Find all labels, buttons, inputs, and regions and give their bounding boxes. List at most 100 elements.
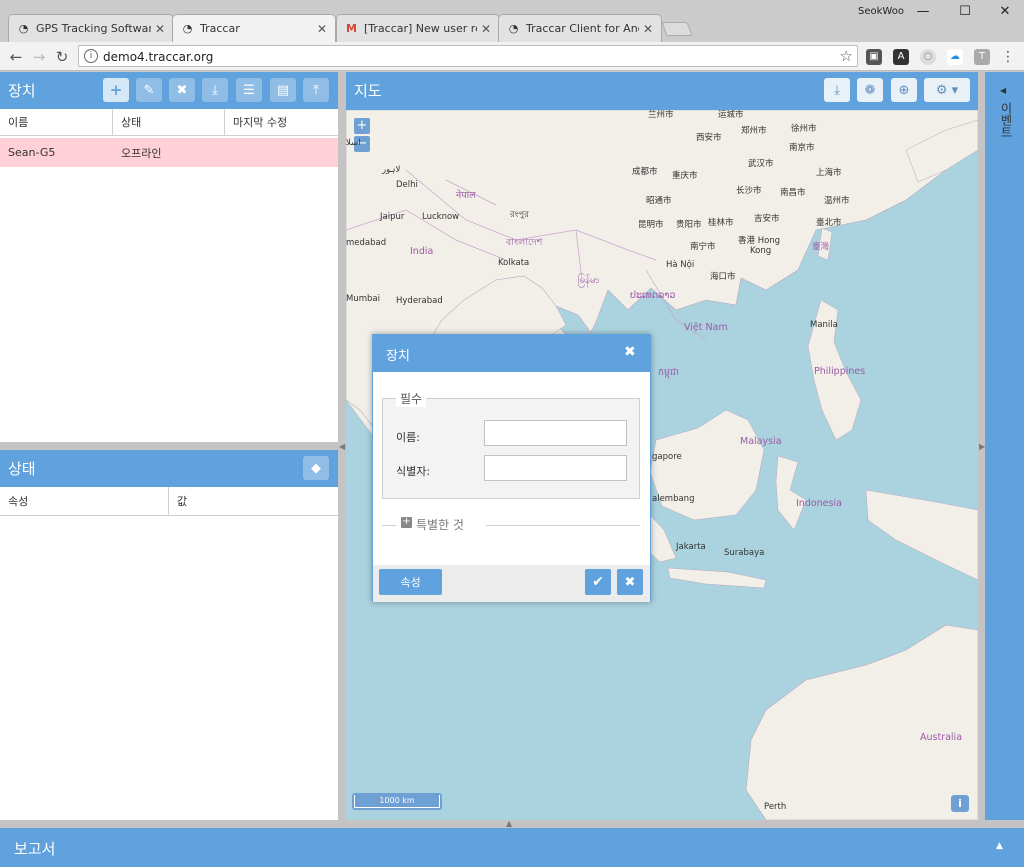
identifier-field[interactable]: [484, 455, 627, 481]
events-panel-collapsed[interactable]: ◀ 이벤트: [985, 72, 1024, 820]
download-button[interactable]: ⤓: [202, 78, 228, 102]
state-grid-header: 속성 값: [0, 487, 338, 516]
map-label: 贵阳市: [676, 220, 702, 230]
table-row[interactable]: Sean-G5 오프라인: [0, 138, 338, 167]
column-header-last-update[interactable]: 마지막 수정: [225, 109, 338, 135]
url-text[interactable]: demo4.traccar.org: [103, 50, 213, 64]
translate-icon[interactable]: A: [893, 49, 909, 65]
name-label: 이름:: [396, 431, 420, 444]
column-header-value[interactable]: 값: [169, 487, 338, 515]
map-label: Hyderabad: [396, 296, 443, 306]
upload-button[interactable]: ⤒: [303, 78, 329, 102]
device-last-update-cell: [225, 138, 338, 167]
extra-legend[interactable]: 특별한 것: [416, 516, 464, 533]
tab-gmail[interactable]: M [Traccar] New user regi ✕: [336, 14, 500, 42]
map-label: Philippines: [814, 366, 866, 377]
tab-label: GPS Tracking Software -: [36, 22, 151, 35]
map-label: 徐州市: [791, 124, 817, 134]
collapse-left-handle[interactable]: ◀: [339, 442, 345, 454]
map-label: Manila: [810, 320, 838, 330]
profile-name[interactable]: SeokWoo: [858, 6, 904, 17]
plus-icon: +: [109, 81, 123, 99]
close-icon[interactable]: ✕: [317, 22, 327, 36]
map-label: 海口市: [710, 272, 736, 282]
remove-device-button[interactable]: ✖: [169, 78, 195, 102]
t-extension-icon[interactable]: T: [974, 49, 990, 65]
close-window-icon[interactable]: ✕: [990, 3, 1020, 21]
tab-traccar-client[interactable]: ◔ Traccar Client for Andro ✕: [498, 14, 662, 42]
column-header-attribute[interactable]: 속성: [0, 487, 169, 515]
zoom-in-button[interactable]: +: [354, 118, 370, 134]
map-label: বাংলাদেশ: [506, 237, 543, 248]
divider: [382, 525, 396, 526]
close-icon[interactable]: ✕: [643, 22, 653, 36]
expand-left-icon[interactable]: ◀: [1000, 86, 1006, 95]
collapse-bottom-handle[interactable]: ▲: [506, 820, 518, 828]
maximize-icon[interactable]: ☐: [950, 3, 980, 21]
extra-fieldset-collapsed[interactable]: + 특별한 것: [382, 516, 640, 536]
info-icon[interactable]: i: [84, 49, 98, 63]
circle-extension-icon[interactable]: ○: [920, 49, 936, 65]
map-label: Kong: [750, 246, 772, 256]
download-icon: ⤓: [212, 82, 218, 98]
download-icon: ⤓: [834, 82, 840, 98]
map-label: 臺北市: [816, 218, 842, 228]
map-label: রংপুর: [510, 210, 529, 220]
url-input[interactable]: i demo4.traccar.org ☆: [78, 45, 858, 67]
forward-icon[interactable]: →: [29, 47, 49, 67]
back-icon[interactable]: ←: [6, 47, 26, 67]
bookmark-star-icon[interactable]: ☆: [840, 47, 853, 65]
map-label: 郑州市: [741, 126, 767, 136]
crosshair-icon: ⊕: [898, 82, 910, 98]
card-icon: ▤: [276, 82, 290, 98]
dialog-footer: 속성 ✔ ✖: [373, 565, 650, 602]
cloud-icon[interactable]: ☁: [947, 49, 963, 65]
reload-icon[interactable]: ↻: [52, 47, 72, 67]
check-icon: ✔: [592, 574, 604, 590]
tab-gps-tracking-software[interactable]: ◔ GPS Tracking Software - ✕: [8, 14, 174, 42]
map-label: 兰州市: [648, 110, 674, 120]
save-button[interactable]: ✔: [585, 569, 611, 595]
edit-device-button[interactable]: ✎: [136, 78, 162, 102]
tag-button[interactable]: ◆: [303, 456, 329, 480]
geofence-button[interactable]: ☰: [236, 78, 262, 102]
divider: [486, 525, 640, 526]
close-icon[interactable]: ✖: [624, 344, 636, 360]
map-label: 臺灣: [812, 242, 830, 252]
expand-up-icon[interactable]: ▲: [996, 841, 1003, 851]
locate-button[interactable]: ⊕: [891, 78, 917, 102]
upload-icon: ⤒: [313, 82, 319, 98]
settings-menu-button[interactable]: ⚙ ▾: [924, 78, 970, 102]
map-label: 吉安市: [754, 214, 780, 224]
column-header-status[interactable]: 상태: [113, 109, 225, 135]
map-download-button[interactable]: ⤓: [824, 78, 850, 102]
extension-icon[interactable]: ▣: [866, 49, 882, 65]
map-label: Jakarta: [676, 542, 706, 552]
expand-plus-icon[interactable]: +: [401, 517, 412, 528]
reports-panel-header[interactable]: 보고서 ▲: [0, 828, 1024, 867]
map-label: 重庆市: [672, 171, 698, 181]
column-header-name[interactable]: 이름: [0, 109, 113, 135]
minimize-icon[interactable]: —: [908, 3, 938, 21]
tab-traccar[interactable]: ◔ Traccar ✕: [172, 14, 336, 42]
map-label: اسلا: [346, 138, 361, 148]
new-tab-button[interactable]: [661, 22, 693, 36]
cancel-button[interactable]: ✖: [617, 569, 643, 595]
map-scale: 1000 km: [352, 793, 442, 810]
close-icon[interactable]: ✕: [481, 22, 491, 36]
command-button[interactable]: ▤: [270, 78, 296, 102]
close-icon[interactable]: ✕: [155, 22, 165, 36]
traccar-icon: ◔: [508, 22, 519, 35]
map-attribution-info-button[interactable]: i: [951, 795, 969, 812]
follow-button[interactable]: ❁: [857, 78, 883, 102]
map-label: Việt Nam: [684, 322, 728, 333]
tag-icon: ◆: [311, 460, 321, 476]
state-panel-title: 상태: [8, 460, 36, 478]
menu-icon[interactable]: ⋮: [1000, 49, 1016, 65]
dialog-title: 장치: [386, 349, 410, 364]
map-label: 昆明市: [638, 220, 664, 230]
gmail-icon: M: [346, 22, 357, 35]
name-field[interactable]: [484, 420, 627, 446]
add-device-button[interactable]: +: [103, 78, 129, 102]
attributes-button[interactable]: 속성: [379, 569, 442, 595]
